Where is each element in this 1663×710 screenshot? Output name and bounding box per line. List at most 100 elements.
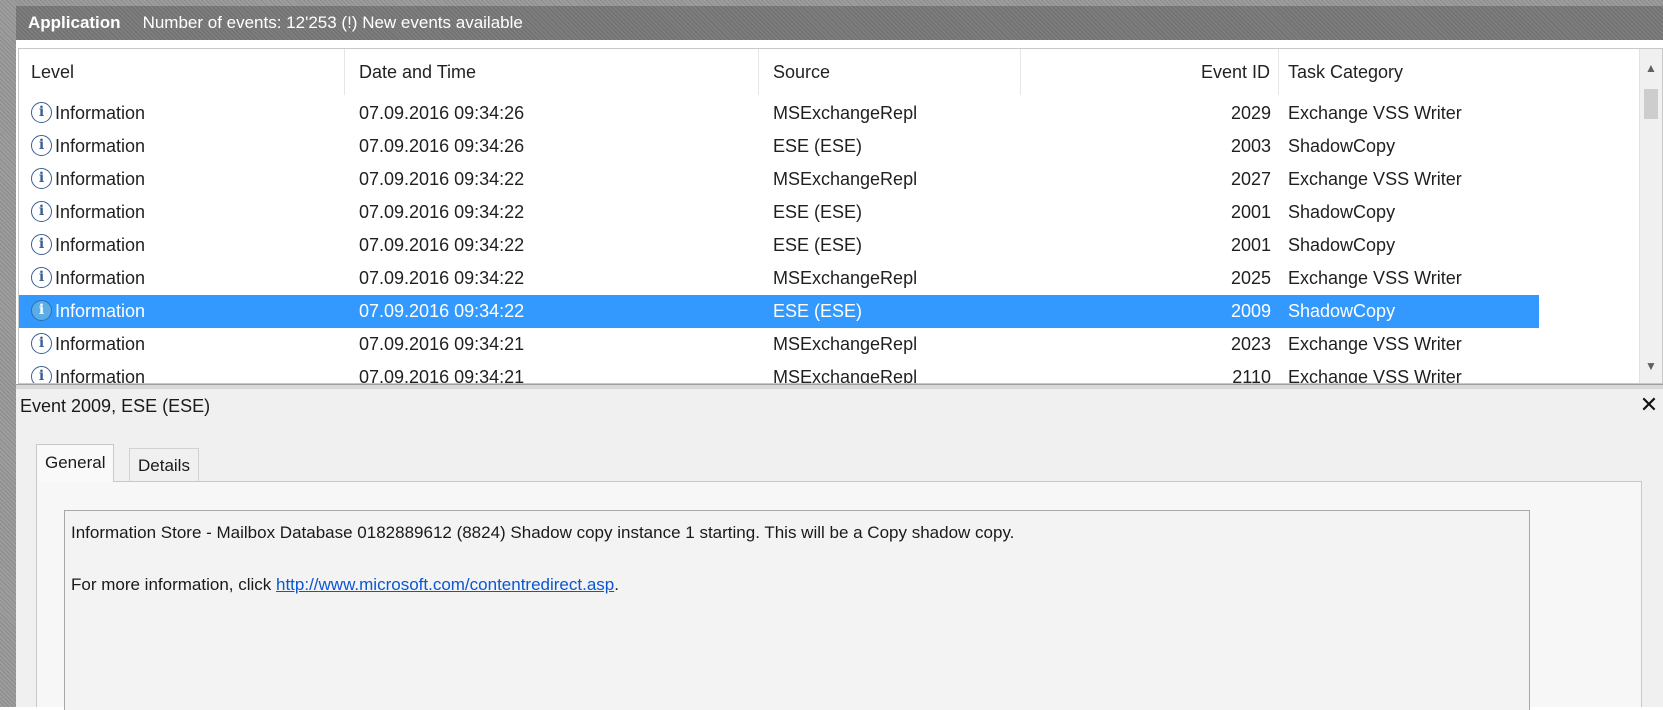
cell-date-time: 07.09.2016 09:34:21 (359, 367, 525, 384)
level-text: Information (55, 103, 146, 123)
column-header-source[interactable]: Source (759, 49, 1021, 95)
cell-level: i Information (31, 328, 345, 361)
cell-source: ESE (ESE) (773, 235, 863, 255)
table-row[interactable]: i Information 07.09.2016 09:34:21 MSExchang… (19, 361, 1539, 384)
cell-date-time: 07.09.2016 09:34:22 (359, 169, 525, 189)
cell-level: i Information (31, 295, 345, 328)
info-icon: i (31, 366, 52, 383)
window-frame-left (0, 0, 16, 707)
cell-date-time: 07.09.2016 09:34:22 (359, 268, 525, 288)
log-title-bar: Application Number of events: 12'253 (!) … (16, 6, 1663, 40)
cell-level: i Information (31, 163, 345, 196)
event-message: Information Store - Mailbox Database 018… (71, 523, 1015, 542)
scroll-up-icon[interactable]: ▲ (1640, 57, 1662, 79)
table-row[interactable]: i Information 07.09.2016 09:34:21 MSExchang… (19, 328, 1539, 361)
cell-task-category: ShadowCopy (1288, 235, 1396, 255)
level-text: Information (55, 235, 146, 255)
cell-date-time: 07.09.2016 09:34:22 (359, 235, 525, 255)
more-info-suffix: . (614, 575, 619, 594)
cell-level: i Information (31, 130, 345, 163)
cell-task-category: ShadowCopy (1288, 202, 1396, 222)
level-text: Information (55, 367, 146, 384)
cell-source: ESE (ESE) (773, 202, 863, 222)
cell-event-id: 2029 (1230, 103, 1271, 123)
event-count-status: Number of events: 12'253 (!) New events … (142, 13, 523, 32)
event-list[interactable]: Level Date and Time Source Event ID Task… (18, 48, 1663, 384)
column-header-task-category[interactable]: Task Category (1279, 49, 1539, 95)
cell-source: MSExchangeRepl (773, 268, 918, 288)
cell-task-category: ShadowCopy (1288, 136, 1396, 156)
event-description-box[interactable]: Information Store - Mailbox Database 018… (64, 510, 1530, 710)
column-header-date-time[interactable]: Date and Time (345, 49, 759, 95)
info-icon: i (31, 234, 52, 256)
cell-level: i Information (31, 229, 345, 262)
more-info-line: For more information, click http://www.m… (71, 575, 619, 595)
level-text: Information (55, 136, 146, 156)
cell-task-category: Exchange VSS Writer (1288, 268, 1462, 288)
info-icon: i (31, 168, 52, 190)
cell-event-id: 2027 (1230, 169, 1271, 189)
table-row[interactable]: i Information 07.09.2016 09:34:22 ESE (ESE)… (19, 295, 1539, 328)
cell-event-id: 2025 (1230, 268, 1271, 288)
level-text: Information (55, 301, 146, 321)
level-text: Information (55, 202, 146, 222)
cell-level: i Information (31, 196, 345, 229)
table-row[interactable]: i Information 07.09.2016 09:34:22 ESE (ESE)… (19, 229, 1539, 262)
cell-source: MSExchangeRepl (773, 367, 918, 384)
table-row[interactable]: i Information 07.09.2016 09:34:22 MSExchang… (19, 163, 1539, 196)
cell-source: MSExchangeRepl (773, 169, 918, 189)
info-icon: i (31, 267, 52, 289)
cell-event-id: 2023 (1230, 334, 1271, 354)
more-info-prefix: For more information, click (71, 575, 276, 594)
vertical-scrollbar[interactable]: ▲ ▼ (1639, 49, 1662, 383)
cell-source: MSExchangeRepl (773, 103, 918, 123)
tab-general[interactable]: General (36, 444, 115, 482)
info-icon: i (31, 102, 52, 124)
info-icon: i (31, 135, 52, 157)
event-detail-title: Event 2009, ESE (ESE) (20, 396, 211, 416)
level-text: Information (55, 334, 146, 354)
cell-task-category: Exchange VSS Writer (1288, 169, 1462, 189)
cell-event-id: 2001 (1230, 235, 1271, 255)
level-text: Information (55, 268, 146, 288)
cell-event-id: 2001 (1230, 202, 1271, 222)
column-header-row: Level Date and Time Source Event ID Task… (19, 49, 1539, 95)
close-icon[interactable]: ✕ (1637, 392, 1661, 418)
table-row[interactable]: i Information 07.09.2016 09:34:26 MSExchang… (19, 97, 1539, 130)
more-info-link[interactable]: http://www.microsoft.com/contentredirect… (276, 575, 614, 594)
event-detail-pane: Event 2009, ESE (ESE) ✕ General Details … (16, 390, 1663, 710)
table-row[interactable]: i Information 07.09.2016 09:34:22 MSExchang… (19, 262, 1539, 295)
cell-event-id: 2110 (1232, 367, 1271, 384)
scroll-down-icon[interactable]: ▼ (1640, 355, 1662, 377)
info-icon: i (31, 201, 52, 223)
scroll-thumb[interactable] (1644, 89, 1658, 119)
column-header-level[interactable]: Level (19, 49, 345, 95)
table-row[interactable]: i Information 07.09.2016 09:34:22 ESE (ESE)… (19, 196, 1539, 229)
column-header-event-id[interactable]: Event ID (1021, 49, 1279, 95)
cell-level: i Information (31, 262, 345, 295)
cell-date-time: 07.09.2016 09:34:26 (359, 103, 525, 123)
cell-level: i Information (31, 361, 345, 384)
info-icon: i (31, 300, 52, 322)
cell-task-category: Exchange VSS Writer (1288, 334, 1462, 354)
cell-event-id: 2003 (1230, 136, 1271, 156)
cell-task-category: Exchange VSS Writer (1288, 103, 1462, 123)
cell-source: ESE (ESE) (773, 136, 863, 156)
info-icon: i (31, 333, 52, 355)
table-row[interactable]: i Information 07.09.2016 09:34:26 ESE (ESE)… (19, 130, 1539, 163)
cell-level: i Information (31, 97, 345, 130)
log-name: Application (28, 13, 121, 32)
cell-task-category: ShadowCopy (1288, 301, 1396, 321)
event-rows: i Information 07.09.2016 09:34:26 MSExchang… (19, 97, 1539, 384)
cell-date-time: 07.09.2016 09:34:21 (359, 334, 525, 354)
cell-source: ESE (ESE) (773, 301, 863, 321)
cell-date-time: 07.09.2016 09:34:26 (359, 136, 525, 156)
tab-details[interactable]: Details (129, 448, 199, 482)
cell-date-time: 07.09.2016 09:34:22 (359, 202, 525, 222)
level-text: Information (55, 169, 146, 189)
cell-event-id: 2009 (1230, 301, 1271, 321)
cell-date-time: 07.09.2016 09:34:22 (359, 301, 525, 321)
general-tab-body: Information Store - Mailbox Database 018… (36, 481, 1642, 710)
cell-source: MSExchangeRepl (773, 334, 918, 354)
cell-task-category: Exchange VSS Writer (1288, 367, 1462, 384)
